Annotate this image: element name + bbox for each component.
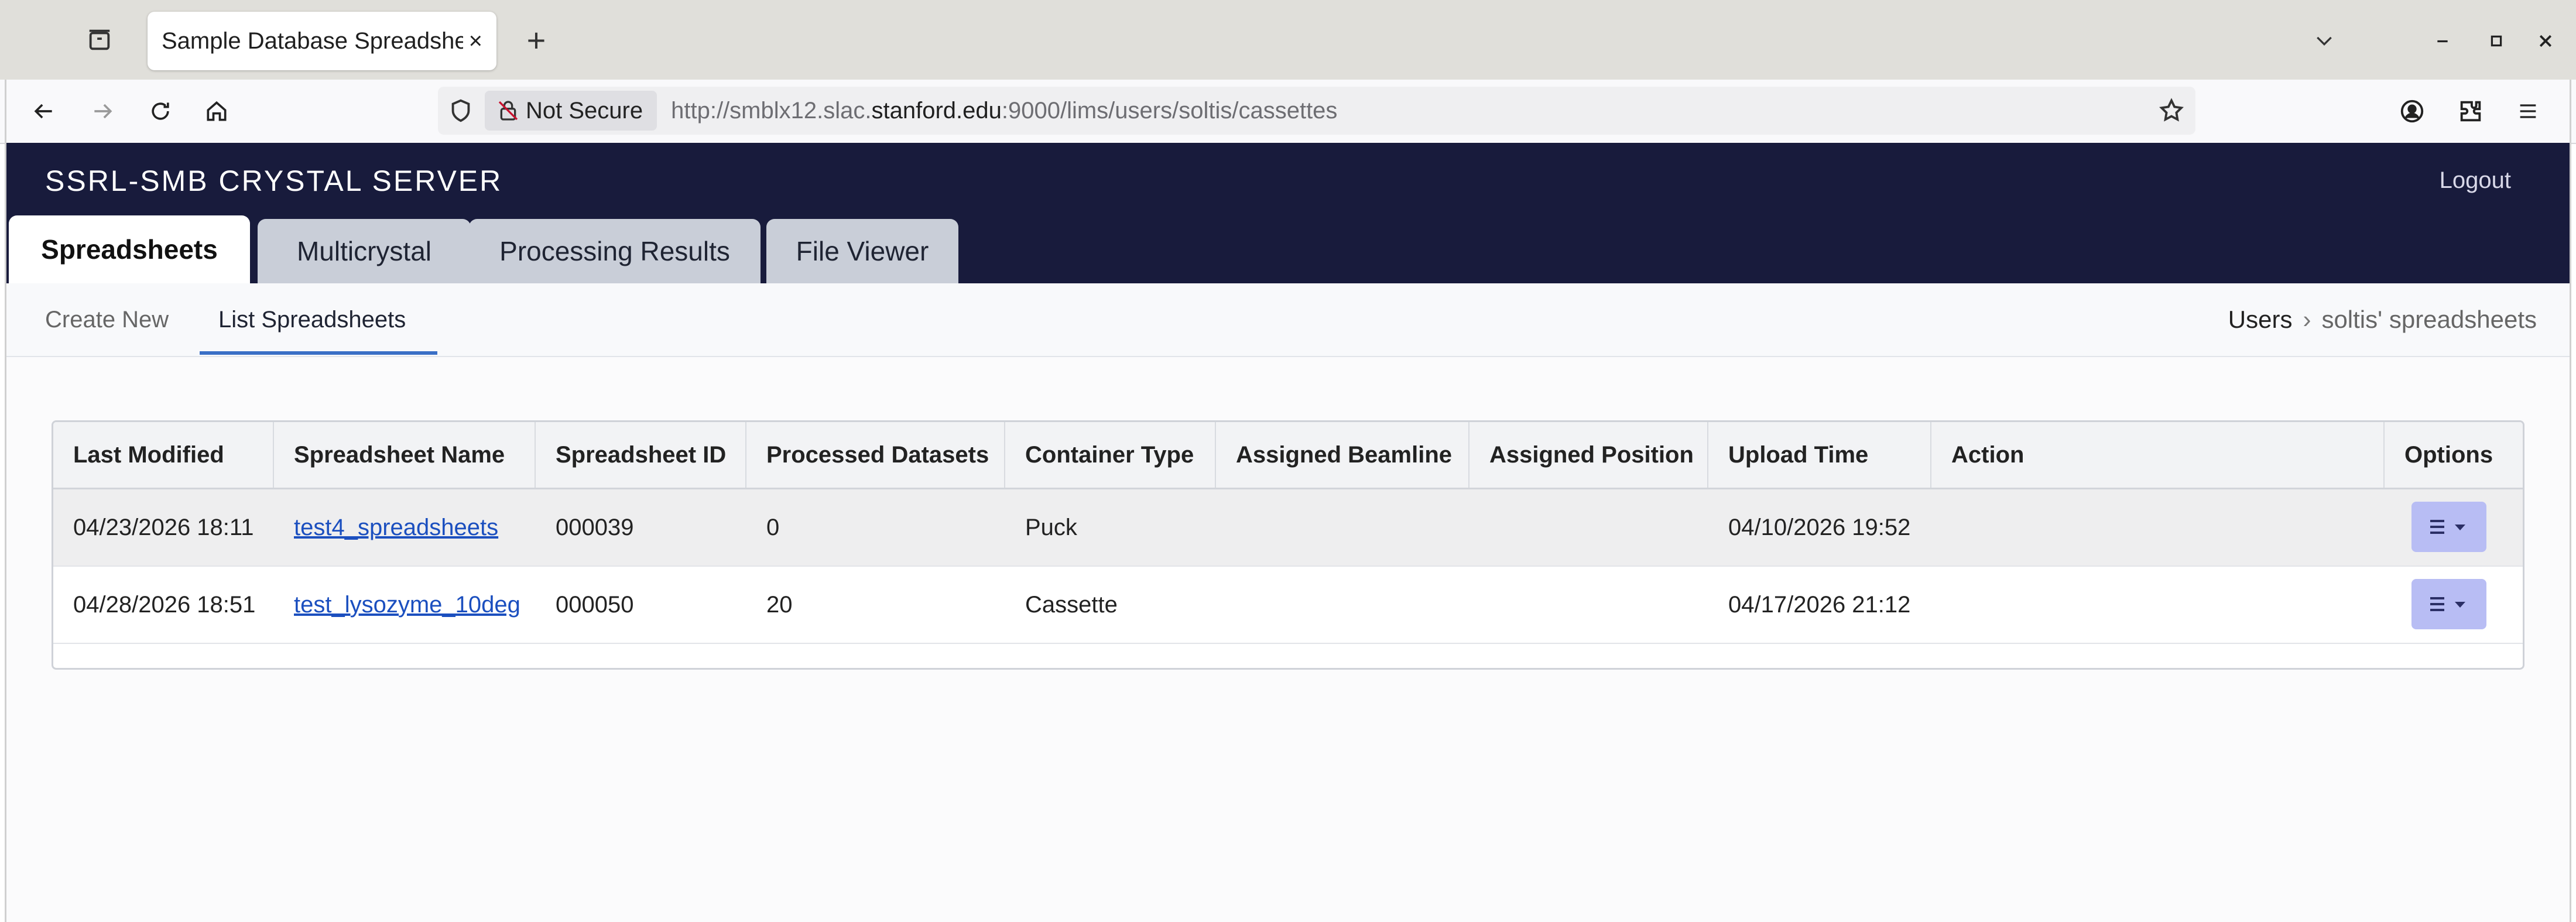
cell-processed-datasets: 0 — [766, 514, 780, 540]
url-host: stanford.edu — [871, 97, 1002, 124]
cell-spreadsheet-id: 000050 — [556, 591, 634, 618]
active-subnav-underline — [200, 351, 437, 355]
tab-spreadsheets[interactable]: Spreadsheets — [9, 215, 250, 283]
cell-assigned-beamline — [1216, 489, 1469, 565]
spreadsheets-table: Last Modified Spreadsheet Name Spreadshe… — [52, 420, 2524, 670]
header-options: Options — [2404, 441, 2493, 468]
browser-tab-strip: Sample Database Spreadsheets × + — [0, 0, 2576, 80]
list-tabs-chevron-icon[interactable] — [2307, 26, 2342, 55]
tab-multicrystal[interactable]: Multicrystal — [258, 219, 471, 283]
header-processed-datasets[interactable]: Processed Datasets — [746, 422, 1005, 488]
menu-hamburger-icon[interactable] — [2510, 95, 2546, 128]
spreadsheet-name-link[interactable]: test4_spreadsheets — [274, 489, 536, 565]
browser-tab-active[interactable]: Sample Database Spreadsheets × — [148, 12, 496, 70]
options-dropdown-button[interactable] — [2411, 502, 2486, 552]
header-assigned-position[interactable]: Assigned Position — [1469, 422, 1708, 488]
header-last-modified[interactable]: Last Modified — [53, 422, 274, 488]
tab-close-icon[interactable]: × — [469, 28, 482, 54]
new-tab-icon[interactable]: + — [519, 21, 554, 59]
cell-last-modified: 04/28/2026 18:51 — [73, 591, 256, 618]
cell-upload-time: 04/17/2026 21:12 — [1728, 591, 1911, 618]
options-dropdown-button[interactable] — [2411, 579, 2486, 629]
create-new-link[interactable]: Create New — [45, 283, 169, 356]
app-header: SSRL-SMB CRYSTAL SERVER Logout Spreadshe… — [6, 143, 2570, 283]
url-scheme: http://smblx12.slac. — [671, 97, 872, 124]
header-spreadsheet-id[interactable]: Spreadsheet ID — [536, 422, 746, 488]
app-brand: SSRL-SMB CRYSTAL SERVER — [45, 164, 503, 197]
header-upload-time[interactable]: Upload Time — [1708, 422, 1931, 488]
breadcrumb-users[interactable]: Users — [2228, 306, 2293, 334]
back-icon[interactable] — [26, 95, 61, 128]
window-close-icon[interactable] — [2533, 28, 2558, 54]
url-path: :9000/lims/users/soltis/cassettes — [1001, 97, 1338, 124]
not-secure-badge[interactable]: Not Secure — [485, 91, 657, 131]
header-spreadsheet-name[interactable]: Spreadsheet Name — [274, 422, 536, 488]
cell-processed-datasets: 20 — [766, 591, 793, 618]
maximize-icon[interactable] — [2485, 29, 2508, 53]
not-secure-label: Not Secure — [526, 97, 643, 124]
cell-container-type: Puck — [1025, 514, 1077, 540]
table-row: 04/28/2026 18:51 test_lysozyme_10deg 000… — [53, 567, 2523, 644]
breadcrumb: Users › soltis' spreadsheets — [2228, 283, 2537, 356]
browser-tab-title: Sample Database Spreadsheets — [162, 28, 463, 54]
header-container-type[interactable]: Container Type — [1005, 422, 1216, 488]
header-assigned-beamline[interactable]: Assigned Beamline — [1216, 422, 1469, 488]
table-row: 04/23/2026 18:11 test4_spreadsheets 0000… — [53, 489, 2523, 567]
cell-upload-time: 04/10/2026 19:52 — [1728, 514, 1911, 540]
url-bar[interactable]: Not Secure http://smblx12.slac.stanford.… — [438, 87, 2195, 135]
logout-link[interactable]: Logout — [2440, 167, 2511, 194]
extensions-icon[interactable] — [2453, 95, 2488, 128]
table-header: Last Modified Spreadsheet Name Spreadshe… — [53, 422, 2523, 489]
cell-assigned-position — [1469, 567, 1708, 643]
tab-overview-icon[interactable] — [82, 22, 117, 57]
browser-nav-bar: Not Secure http://smblx12.slac.stanford.… — [0, 80, 2576, 144]
cell-spreadsheet-id: 000039 — [556, 514, 634, 540]
list-spreadsheets-link[interactable]: List Spreadsheets — [218, 283, 406, 356]
cell-assigned-position — [1469, 489, 1708, 565]
reload-icon[interactable] — [143, 95, 178, 128]
tab-file-viewer[interactable]: File Viewer — [766, 219, 958, 283]
breadcrumb-separator: › — [2303, 306, 2311, 333]
insecure-lock-icon — [496, 99, 520, 122]
url-text[interactable]: http://smblx12.slac.stanford.edu:9000/li… — [671, 98, 1337, 124]
tracking-shield-icon[interactable] — [447, 97, 474, 127]
account-icon[interactable] — [2395, 95, 2430, 128]
cell-action — [1931, 567, 2385, 643]
sub-navigation: Create New List Spreadsheets Users › sol… — [6, 283, 2570, 357]
minimize-icon[interactable] — [2431, 29, 2454, 53]
tab-processing-results[interactable]: Processing Results — [469, 219, 761, 283]
header-action: Action — [1931, 422, 2385, 488]
spreadsheet-name-link[interactable]: test_lysozyme_10deg — [274, 567, 536, 643]
home-icon[interactable] — [199, 95, 234, 128]
forward-icon[interactable] — [85, 95, 121, 128]
cell-container-type: Cassette — [1025, 591, 1118, 618]
bookmark-star-icon[interactable] — [2158, 97, 2185, 127]
cell-action — [1931, 489, 2385, 565]
breadcrumb-current: soltis' spreadsheets — [2321, 306, 2537, 333]
menu-caret-icon — [2430, 520, 2465, 534]
cell-assigned-beamline — [1216, 567, 1469, 643]
menu-caret-icon — [2430, 597, 2465, 611]
cell-last-modified: 04/23/2026 18:11 — [73, 514, 254, 540]
